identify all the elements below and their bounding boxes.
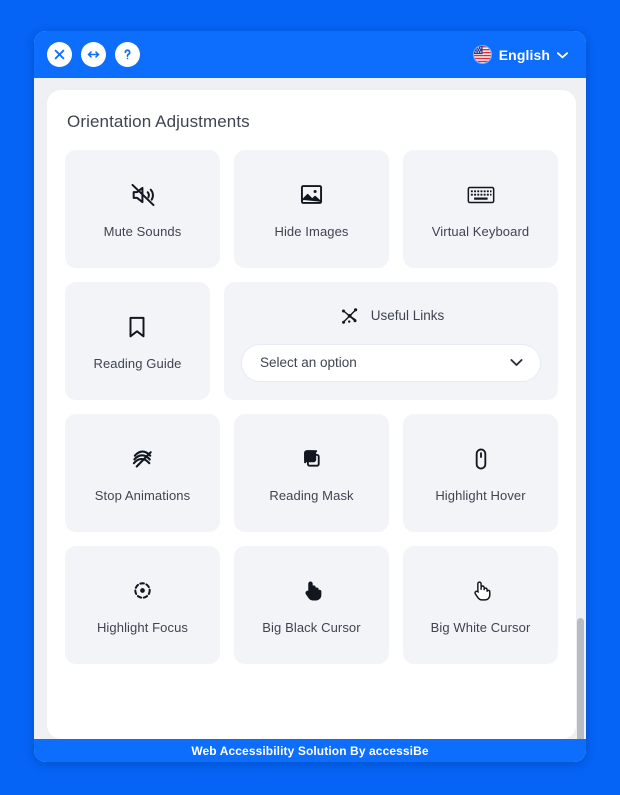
- highlight-focus-icon: [129, 576, 156, 606]
- tile-label: Big White Cursor: [430, 619, 531, 635]
- tile-label: Highlight Focus: [96, 619, 189, 635]
- close-button[interactable]: [47, 42, 72, 67]
- move-button[interactable]: [81, 42, 106, 67]
- tile-reading-guide[interactable]: Reading Guide: [65, 282, 210, 400]
- adjustments-grid: Mute Sounds Hide Images Virtual Keyboard…: [65, 150, 558, 664]
- tile-row: Reading Guide Useful Links Select an opt…: [65, 282, 558, 400]
- tile-stop-animations[interactable]: Stop Animations: [65, 414, 220, 532]
- widget-header: English: [34, 31, 586, 78]
- tile-label: Mute Sounds: [103, 223, 182, 239]
- tile-label: Virtual Keyboard: [431, 223, 530, 239]
- page-title: Orientation Adjustments: [67, 112, 250, 131]
- chevron-down-icon: [510, 356, 523, 369]
- useful-links-label: Useful Links: [370, 308, 445, 323]
- stop-animations-icon: [129, 444, 157, 474]
- close-icon: [51, 46, 68, 63]
- tile-virtual-keyboard[interactable]: Virtual Keyboard: [403, 150, 558, 268]
- mute-sounds-icon: [129, 180, 157, 210]
- tile-label: Reading Guide: [93, 355, 182, 371]
- tile-label: Big Black Cursor: [262, 619, 361, 635]
- highlight-hover-icon: [468, 444, 494, 474]
- tile-mute-sounds[interactable]: Mute Sounds: [65, 150, 220, 268]
- footer-text: Web Accessibility Solution By accessiBe: [191, 743, 429, 758]
- reading-guide-icon: [124, 312, 150, 342]
- widget-body: Orientation Adjustments Mute Sounds Hide…: [34, 78, 586, 739]
- us-flag-icon: [472, 45, 492, 64]
- tile-row: Mute Sounds Hide Images Virtual Keyboard: [65, 150, 558, 268]
- tile-highlight-focus[interactable]: Highlight Focus: [65, 546, 220, 664]
- language-selector[interactable]: English: [472, 45, 572, 64]
- question-mark-icon: [119, 46, 136, 63]
- language-label: English: [498, 46, 550, 63]
- tile-big-black-cursor[interactable]: Big Black Cursor: [234, 546, 389, 664]
- tile-label: Hide Images: [274, 223, 349, 239]
- help-button[interactable]: [115, 42, 140, 67]
- move-horizontal-icon: [85, 46, 102, 63]
- useful-links-header: Useful Links: [338, 301, 445, 331]
- useful-links-card: Useful Links Select an option: [223, 282, 558, 400]
- scrollbar-thumb[interactable]: [577, 618, 584, 739]
- scrollbar-track[interactable]: [577, 78, 584, 739]
- useful-links-select[interactable]: Select an option: [240, 343, 541, 382]
- content-sheet: Orientation Adjustments Mute Sounds Hide…: [47, 90, 576, 739]
- virtual-keyboard-icon: [466, 180, 496, 210]
- tile-label: Highlight Hover: [435, 487, 526, 503]
- big-white-cursor-icon: [468, 576, 494, 606]
- tile-highlight-hover[interactable]: Highlight Hover: [403, 414, 558, 532]
- tile-row: Highlight Focus Big Black Cursor Big Whi…: [65, 546, 558, 664]
- tile-hide-images[interactable]: Hide Images: [234, 150, 389, 268]
- big-black-cursor-icon: [299, 576, 325, 606]
- tile-reading-mask[interactable]: Reading Mask: [234, 414, 389, 532]
- accessibility-widget: English Orientation Adjustments Mute Sou…: [34, 31, 586, 762]
- widget-footer: Web Accessibility Solution By accessiBe: [34, 739, 586, 762]
- tile-label: Reading Mask: [269, 487, 354, 503]
- tile-big-white-cursor[interactable]: Big White Cursor: [403, 546, 558, 664]
- reading-mask-icon: [299, 444, 325, 474]
- chevron-down-icon: [557, 49, 568, 61]
- select-value: Select an option: [259, 355, 357, 370]
- tile-row: Stop Animations Reading Mask Highlight H…: [65, 414, 558, 532]
- hide-images-icon: [298, 180, 325, 210]
- header-actions: [47, 42, 140, 67]
- tile-label: Stop Animations: [94, 487, 191, 503]
- useful-links-icon: [338, 301, 362, 331]
